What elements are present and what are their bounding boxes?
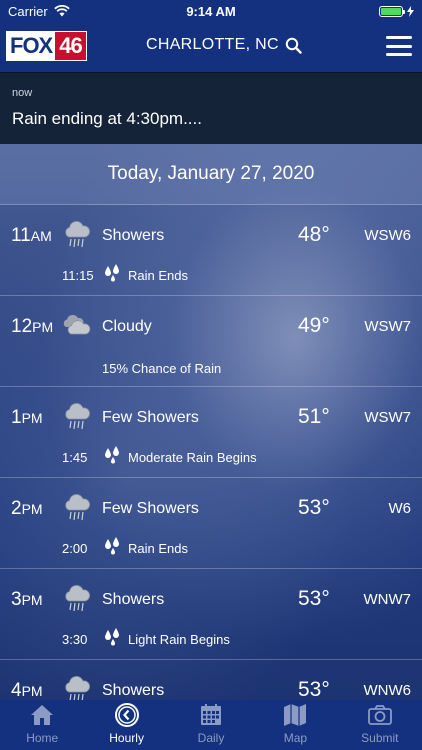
tab-label: Daily: [197, 731, 225, 745]
wind: WNW6: [363, 682, 412, 699]
logo-fox-text: FOX: [7, 32, 56, 60]
wind: WSW7: [364, 409, 411, 426]
condition-label: Showers: [102, 227, 165, 244]
hour-label: 12PM: [11, 316, 53, 338]
rain-cloud-icon: [62, 219, 92, 249]
condition-label: Showers: [102, 682, 165, 699]
temperature: 53°: [298, 587, 330, 610]
condition-label: Cloudy: [102, 318, 152, 335]
event-time: 1:45: [62, 450, 88, 465]
alert-message: Rain ending at 4:30pm....: [12, 109, 202, 128]
event-time: 2:00: [62, 541, 88, 556]
home-icon: [29, 702, 55, 728]
battery-icon: [379, 5, 405, 17]
event-text: Moderate Rain Begins: [128, 450, 257, 465]
tab-label: Hourly: [109, 731, 144, 745]
hour-row[interactable]: 3PM Showers 53° WNW7 3:30 Light Rain Begins: [0, 569, 422, 660]
temperature: 48°: [298, 223, 330, 246]
event-text: Light Rain Begins: [128, 632, 230, 647]
event-text: Rain Ends: [128, 541, 188, 556]
hour-number: 2: [11, 498, 22, 519]
rain-cloud-icon: [62, 583, 92, 613]
tab-home[interactable]: Home: [0, 700, 84, 750]
status-bar: Carrier 9:14 AM: [0, 0, 422, 22]
temperature: 53°: [298, 678, 330, 700]
status-time: 9:14 AM: [186, 3, 236, 19]
rain-chance: 15% Chance of Rain: [102, 361, 222, 376]
hour-number: 4: [11, 680, 22, 700]
tab-label: Submit: [361, 731, 399, 745]
raindrops-icon: [103, 445, 123, 465]
location-label: CHARLOTTE, NC: [146, 36, 279, 53]
alert-time: now: [12, 87, 33, 99]
raindrops-icon: [103, 627, 123, 647]
raindrops-icon: [103, 536, 123, 556]
hour-number: 12: [11, 316, 33, 337]
hour-number: 3: [11, 589, 22, 610]
hour-number: 11: [11, 225, 31, 246]
hour-row[interactable]: 11AM Showers 48° WSW6 11:15 Rain Ends: [0, 205, 422, 296]
camera-icon: [367, 702, 393, 728]
search-icon: [285, 37, 302, 54]
tab-submit[interactable]: Submit: [338, 700, 422, 750]
hour-row[interactable]: 1PM Few Showers 51° WSW7 1:45 Moderate Rain B…: [0, 387, 422, 478]
wind: WNW7: [363, 591, 412, 608]
tab-daily[interactable]: Daily: [169, 700, 253, 750]
event-text: Rain Ends: [128, 268, 188, 283]
hour-ampm: PM: [21, 683, 43, 699]
logo-number-text: 46: [55, 32, 86, 60]
hour-row[interactable]: 2PM Few Showers 53° W6 2:00 Rain Ends: [0, 478, 422, 569]
weather-alert[interactable]: now Rain ending at 4:30pm....: [0, 72, 422, 144]
tab-hourly[interactable]: Hourly: [84, 700, 168, 750]
calendar-icon: [198, 702, 224, 728]
condition-label: Few Showers: [102, 409, 199, 426]
rain-cloud-icon: [62, 401, 92, 431]
wind: W6: [388, 500, 412, 517]
wind: WSW7: [364, 318, 411, 335]
condition-label: Few Showers: [102, 500, 199, 517]
hour-number: 1: [11, 407, 22, 428]
temperature: 49°: [298, 314, 330, 337]
wind: WSW6: [364, 227, 411, 244]
hour-label: 3PM: [11, 589, 43, 611]
hour-label: 4PM: [11, 680, 43, 700]
hour-ampm: PM: [21, 410, 43, 426]
hour-ampm: PM: [21, 592, 43, 608]
condition-label: Showers: [102, 591, 165, 608]
temperature: 51°: [298, 405, 330, 428]
hour-ampm: PM: [32, 319, 54, 335]
app-header: FOX 46 CHARLOTTE, NC: [0, 22, 422, 72]
date-header: Today, January 27, 2020: [0, 144, 422, 205]
tab-bar: Home Hourly Daily Map Submit: [0, 700, 422, 750]
fox46-logo[interactable]: FOX 46: [6, 31, 87, 61]
rain-cloud-icon: [62, 492, 92, 522]
raindrops-icon: [103, 263, 123, 283]
menu-icon[interactable]: [386, 36, 412, 56]
event-time: 3:30: [62, 632, 88, 647]
rain-cloud-icon: [62, 674, 92, 700]
hour-ampm: AM: [30, 228, 52, 244]
hourly-forecast-list[interactable]: Today, January 27, 2020 11AM Showers 48° WS…: [0, 144, 422, 700]
hour-label: 2PM: [11, 498, 43, 520]
clock-icon: [114, 702, 140, 728]
map-icon: [282, 702, 308, 728]
cloud-icon: [62, 310, 92, 340]
event-time: 11:15: [62, 268, 94, 283]
hour-row[interactable]: 12PM Cloudy 49° WSW7 15% Chance of Rain: [0, 296, 422, 387]
location-selector[interactable]: CHARLOTTE, NC: [146, 36, 302, 54]
tab-map[interactable]: Map: [253, 700, 337, 750]
tab-label: Map: [283, 731, 308, 745]
hour-label: 1PM: [11, 407, 43, 429]
temperature: 53°: [298, 496, 330, 519]
tab-label: Home: [26, 731, 59, 745]
hour-label: 11AM: [11, 225, 52, 247]
hour-row[interactable]: 4PM Showers 53° WNW6: [0, 660, 422, 700]
hour-ampm: PM: [21, 501, 43, 517]
